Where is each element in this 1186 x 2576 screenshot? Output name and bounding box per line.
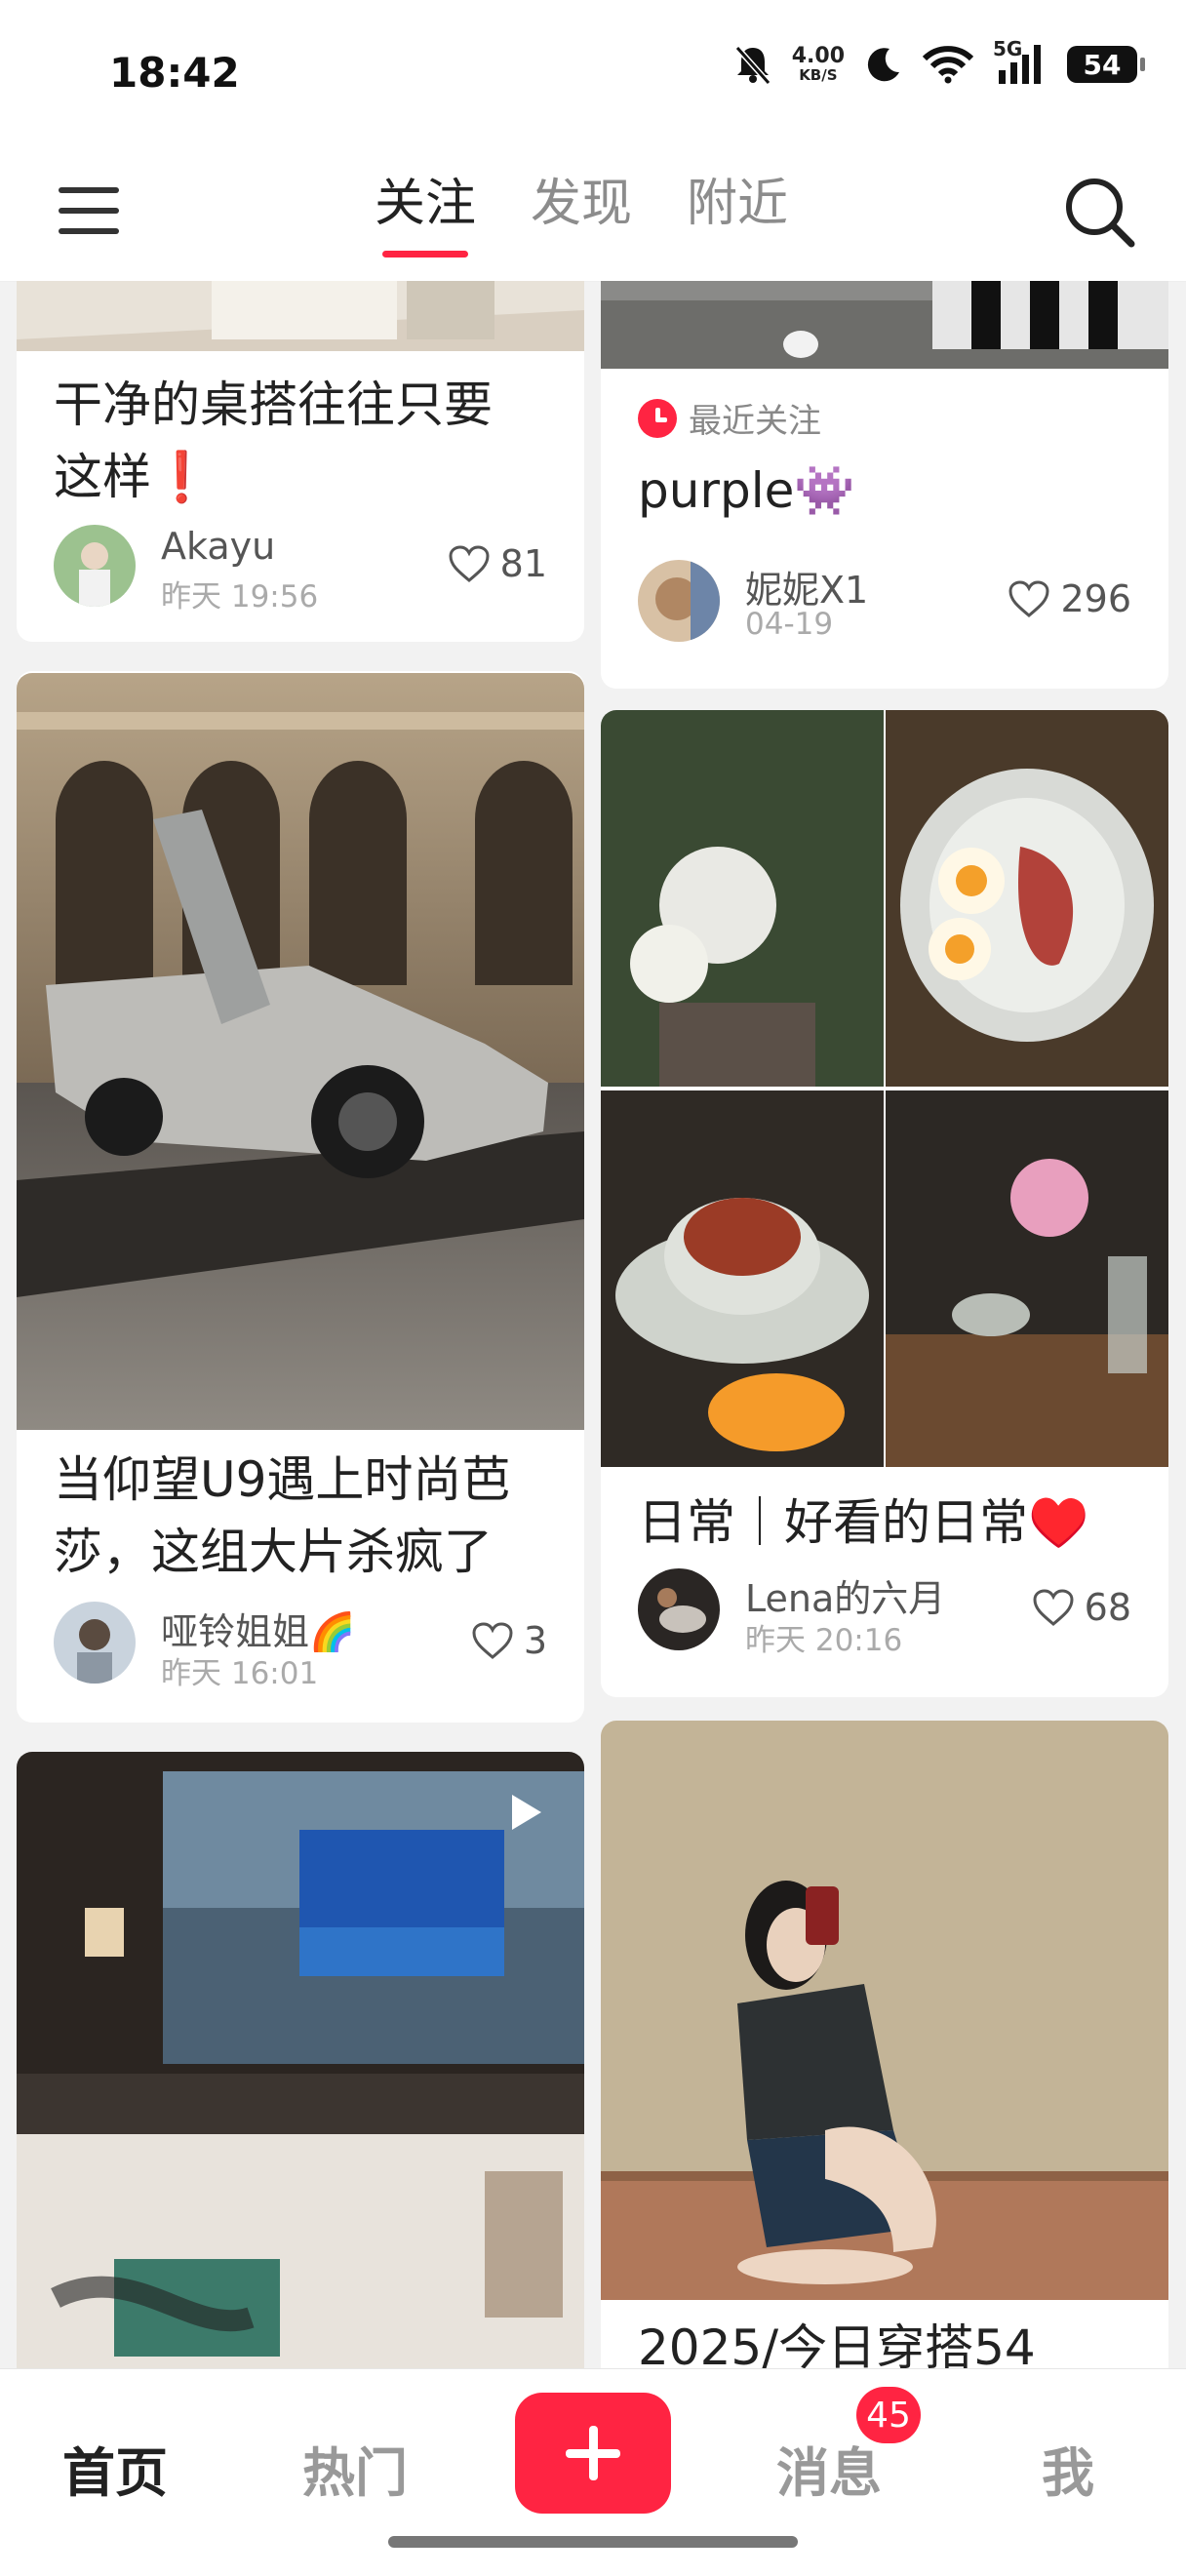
card-photo	[17, 673, 584, 1430]
nav-messages[interactable]: 消息	[776, 2430, 882, 2507]
status-bar: 18:42 4.00 KB/S 5G 54	[0, 0, 1186, 146]
author-name: Lena的六月	[745, 1577, 946, 1620]
card-photo	[17, 281, 584, 351]
post-date: 昨天 19:56	[161, 579, 319, 614]
home-indicator[interactable]	[388, 2536, 798, 2548]
like-count: 3	[523, 1619, 547, 1662]
feed-card[interactable]: 2025/今日穿搭54	[601, 1721, 1168, 2368]
recent-follow-label: 最近关注	[689, 402, 821, 441]
card-title: 当仰望U9遇上时尚芭 莎，这组大片杀疯了	[54, 1444, 555, 1588]
heart-icon	[1033, 1589, 1074, 1626]
card-photo	[601, 1721, 1168, 2300]
menu-icon-bottom	[59, 228, 119, 234]
tab-nearby[interactable]: 附近	[687, 170, 788, 258]
card-title: 日常｜好看的日常♥️	[638, 1494, 1089, 1551]
heart-icon	[472, 1622, 513, 1659]
feed-card[interactable]: 干净的桌搭往往只要 这样❗ Akayu 昨天 19:56 81	[17, 281, 584, 642]
network-speed-value: 4.00	[791, 44, 845, 68]
like-button[interactable]: 81	[448, 542, 547, 585]
wifi-icon	[923, 46, 973, 84]
heart-icon	[449, 545, 490, 582]
signal-icon	[999, 45, 1041, 84]
feed: 干净的桌搭往往只要 这样❗ Akayu 昨天 19:56 81 当仰望U9遇上时…	[0, 281, 1186, 2368]
battery-icon: 54	[1067, 46, 1145, 83]
status-icons: 4.00 KB/S 5G 54	[733, 37, 1145, 86]
post-date: 昨天 20:16	[745, 1623, 903, 1658]
author-name: Akayu	[161, 525, 276, 568]
message-badge: 45	[856, 2387, 921, 2443]
card-meta: 哑铃姐姐🌈 昨天 16:01 3	[54, 1602, 547, 1691]
card-photo	[17, 1752, 584, 2368]
card-title: 干净的桌搭往往只要 这样❗	[54, 369, 555, 513]
like-button[interactable]: 3	[471, 1619, 547, 1662]
heart-icon	[1008, 580, 1049, 617]
like-count: 296	[1060, 577, 1131, 620]
feed-card[interactable]: 日常｜好看的日常♥️ Lena的六月 昨天 20:16 68	[601, 710, 1168, 1697]
network-speed: 4.00 KB/S	[791, 44, 845, 84]
menu-button[interactable]	[59, 183, 123, 238]
nav-home[interactable]: 首页	[62, 2430, 168, 2507]
avatar	[54, 1602, 136, 1684]
card-meta: 妮妮X1 04-19 296	[638, 560, 1131, 648]
like-count: 68	[1084, 1586, 1131, 1629]
nav-me[interactable]: 我	[1042, 2430, 1094, 2507]
card-title: purple👾	[638, 462, 855, 519]
author-name: 妮妮X1	[745, 569, 869, 612]
network-speed-unit: KB/S	[799, 66, 838, 84]
author-name: 哑铃姐姐🌈	[161, 1610, 356, 1653]
avatar	[54, 525, 136, 607]
clock-icon	[638, 398, 677, 438]
avatar	[638, 560, 720, 642]
tab-following[interactable]: 关注	[375, 170, 476, 258]
like-count: 81	[499, 542, 547, 585]
card-meta: Akayu 昨天 19:56 81	[54, 525, 547, 614]
bell-muted-icon	[734, 46, 771, 85]
feed-card[interactable]: 最近关注 purple👾 妮妮X1 04-19 296	[601, 281, 1168, 689]
card-title-line: 这样❗	[54, 449, 213, 505]
card-photo	[601, 710, 1168, 1467]
avatar	[638, 1568, 720, 1650]
card-title-line: 干净的桌搭往往只要	[54, 376, 493, 433]
feed-card-video[interactable]	[17, 1752, 584, 2368]
signal-indicator: 5G	[993, 37, 1048, 86]
recent-follow-tag: 最近关注	[638, 394, 821, 442]
menu-icon-mid	[59, 208, 119, 214]
card-title-line: 莎，这组大片杀疯了	[54, 1524, 493, 1580]
feed-tabs: 关注 发现 附近	[375, 170, 788, 258]
tab-discover[interactable]: 发现	[531, 170, 632, 258]
top-nav: 关注 发现 附近	[0, 146, 1186, 282]
feed-card[interactable]: 当仰望U9遇上时尚芭 莎，这组大片杀疯了 哑铃姐姐🌈 昨天 16:01 3	[17, 673, 584, 1723]
menu-icon	[59, 187, 119, 193]
card-title-line: 当仰望U9遇上时尚芭	[54, 1451, 511, 1508]
post-date: 04-19	[745, 607, 834, 642]
post-date: 昨天 16:01	[161, 1656, 319, 1691]
card-title: 2025/今日穿搭54	[638, 2319, 1036, 2368]
play-icon	[512, 1795, 541, 1830]
like-button[interactable]: 296	[1008, 577, 1131, 620]
status-time: 18:42	[109, 49, 240, 97]
search-icon[interactable]	[1057, 170, 1139, 252]
create-post-button[interactable]	[515, 2393, 671, 2514]
card-meta: Lena的六月 昨天 20:16 68	[638, 1568, 1131, 1658]
nav-trending[interactable]: 热门	[302, 2430, 408, 2507]
card-photo	[601, 281, 1168, 369]
moon-icon	[867, 48, 899, 82]
like-button[interactable]: 68	[1032, 1586, 1131, 1629]
